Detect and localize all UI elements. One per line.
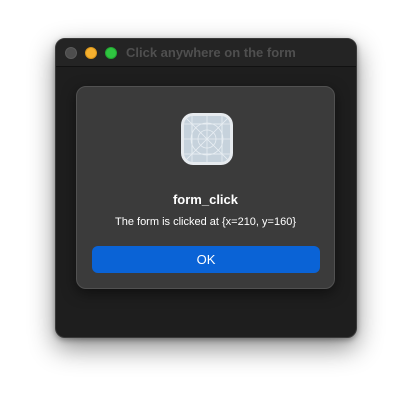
close-window-button[interactable] — [65, 47, 77, 59]
dialog-message: The form is clicked at {x=210, y=160} — [115, 216, 296, 228]
alert-dialog: form_click The form is clicked at {x=210… — [76, 86, 335, 289]
minimize-window-button[interactable] — [85, 47, 97, 59]
title-bar[interactable]: Click anywhere on the form — [56, 39, 356, 67]
ok-button[interactable]: OK — [92, 246, 320, 273]
dialog-title: form_click — [172, 192, 239, 207]
window-title: Click anywhere on the form — [126, 45, 296, 60]
generic-app-icon — [181, 113, 233, 165]
zoom-window-button[interactable] — [105, 47, 117, 59]
